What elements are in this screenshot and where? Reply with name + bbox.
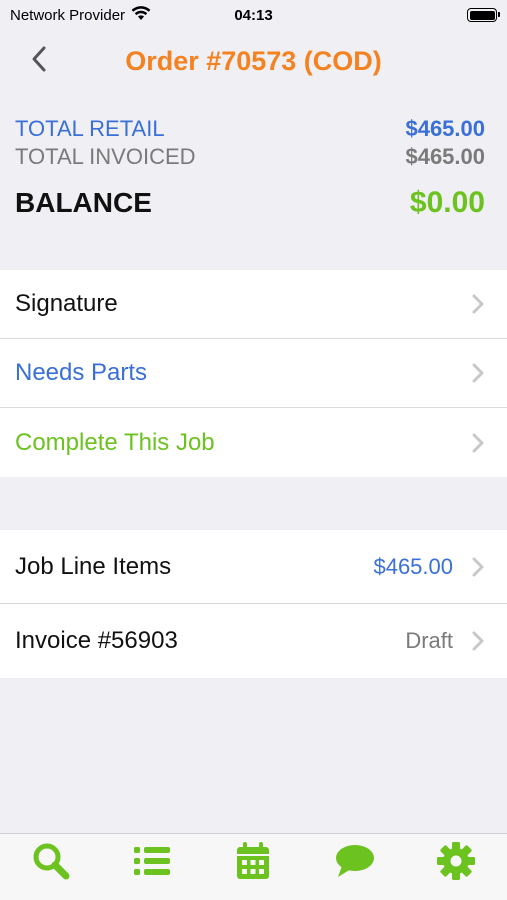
order-detail-screen: Network Provider 04:13 Order #70573 (COD… xyxy=(0,0,507,900)
wifi-icon xyxy=(131,5,151,25)
gear-icon xyxy=(436,841,476,886)
job-line-items-label: Job Line Items xyxy=(15,552,172,580)
page-title: Order #70573 (COD) xyxy=(125,45,382,76)
row-accessory: Draft xyxy=(405,628,485,654)
calendar-icon xyxy=(235,841,271,886)
tab-list[interactable] xyxy=(127,842,177,884)
chevron-right-icon xyxy=(471,630,485,652)
navigation-bar: Order #70573 (COD) xyxy=(0,30,507,92)
row-accessory: $465.00 xyxy=(373,554,485,580)
tab-search[interactable] xyxy=(26,842,76,884)
chevron-right-icon xyxy=(471,293,485,315)
status-left: Network Provider xyxy=(10,5,151,25)
carrier-name: Network Provider xyxy=(10,6,126,24)
complete-job-row[interactable]: Complete This Job xyxy=(0,408,507,477)
needs-parts-row[interactable]: Needs Parts xyxy=(0,339,507,408)
order-totals: TOTAL RETAIL $465.00 TOTAL INVOICED $465… xyxy=(0,108,507,248)
job-details-list: Job Line Items $465.00 Invoice #56903 Dr… xyxy=(0,530,507,678)
signature-row[interactable]: Signature xyxy=(0,270,507,339)
job-line-items-row[interactable]: Job Line Items $465.00 xyxy=(0,530,507,604)
status-time: 04:13 xyxy=(234,6,273,24)
balance-value: $0.00 xyxy=(409,186,485,219)
status-bar: Network Provider 04:13 xyxy=(0,0,507,30)
battery-icon xyxy=(467,8,500,22)
chat-bubble-icon xyxy=(334,843,376,884)
chevron-right-icon xyxy=(471,362,485,384)
search-icon xyxy=(31,841,71,886)
total-invoiced-row: TOTAL INVOICED $465.00 xyxy=(15,144,485,174)
job-line-items-value: $465.00 xyxy=(373,553,453,579)
signature-label: Signature xyxy=(15,290,118,317)
total-invoiced-value: $465.00 xyxy=(405,144,485,169)
invoice-status: Draft xyxy=(405,628,453,653)
invoice-row[interactable]: Invoice #56903 Draft xyxy=(0,604,507,678)
tab-bar xyxy=(0,833,507,900)
tab-calendar[interactable] xyxy=(228,841,278,886)
back-button[interactable] xyxy=(22,44,56,78)
tab-settings[interactable] xyxy=(431,841,481,886)
complete-job-label: Complete This Job xyxy=(15,428,215,456)
list-icon xyxy=(132,844,172,883)
chevron-right-icon xyxy=(471,432,485,454)
chevron-right-icon xyxy=(471,556,485,578)
total-retail-value: $465.00 xyxy=(405,116,485,141)
chevron-left-icon xyxy=(31,45,47,78)
total-retail-row: TOTAL RETAIL $465.00 xyxy=(15,108,485,144)
job-actions-list: Signature Needs Parts Complete This Job xyxy=(0,270,507,477)
total-invoiced-label: TOTAL INVOICED xyxy=(15,144,196,169)
balance-label: BALANCE xyxy=(15,187,152,218)
invoice-label: Invoice #56903 xyxy=(15,627,178,654)
needs-parts-label: Needs Parts xyxy=(15,359,148,386)
tab-messages[interactable] xyxy=(330,842,380,884)
balance-row: BALANCE $0.00 xyxy=(15,186,485,220)
total-retail-label: TOTAL RETAIL xyxy=(15,116,165,141)
